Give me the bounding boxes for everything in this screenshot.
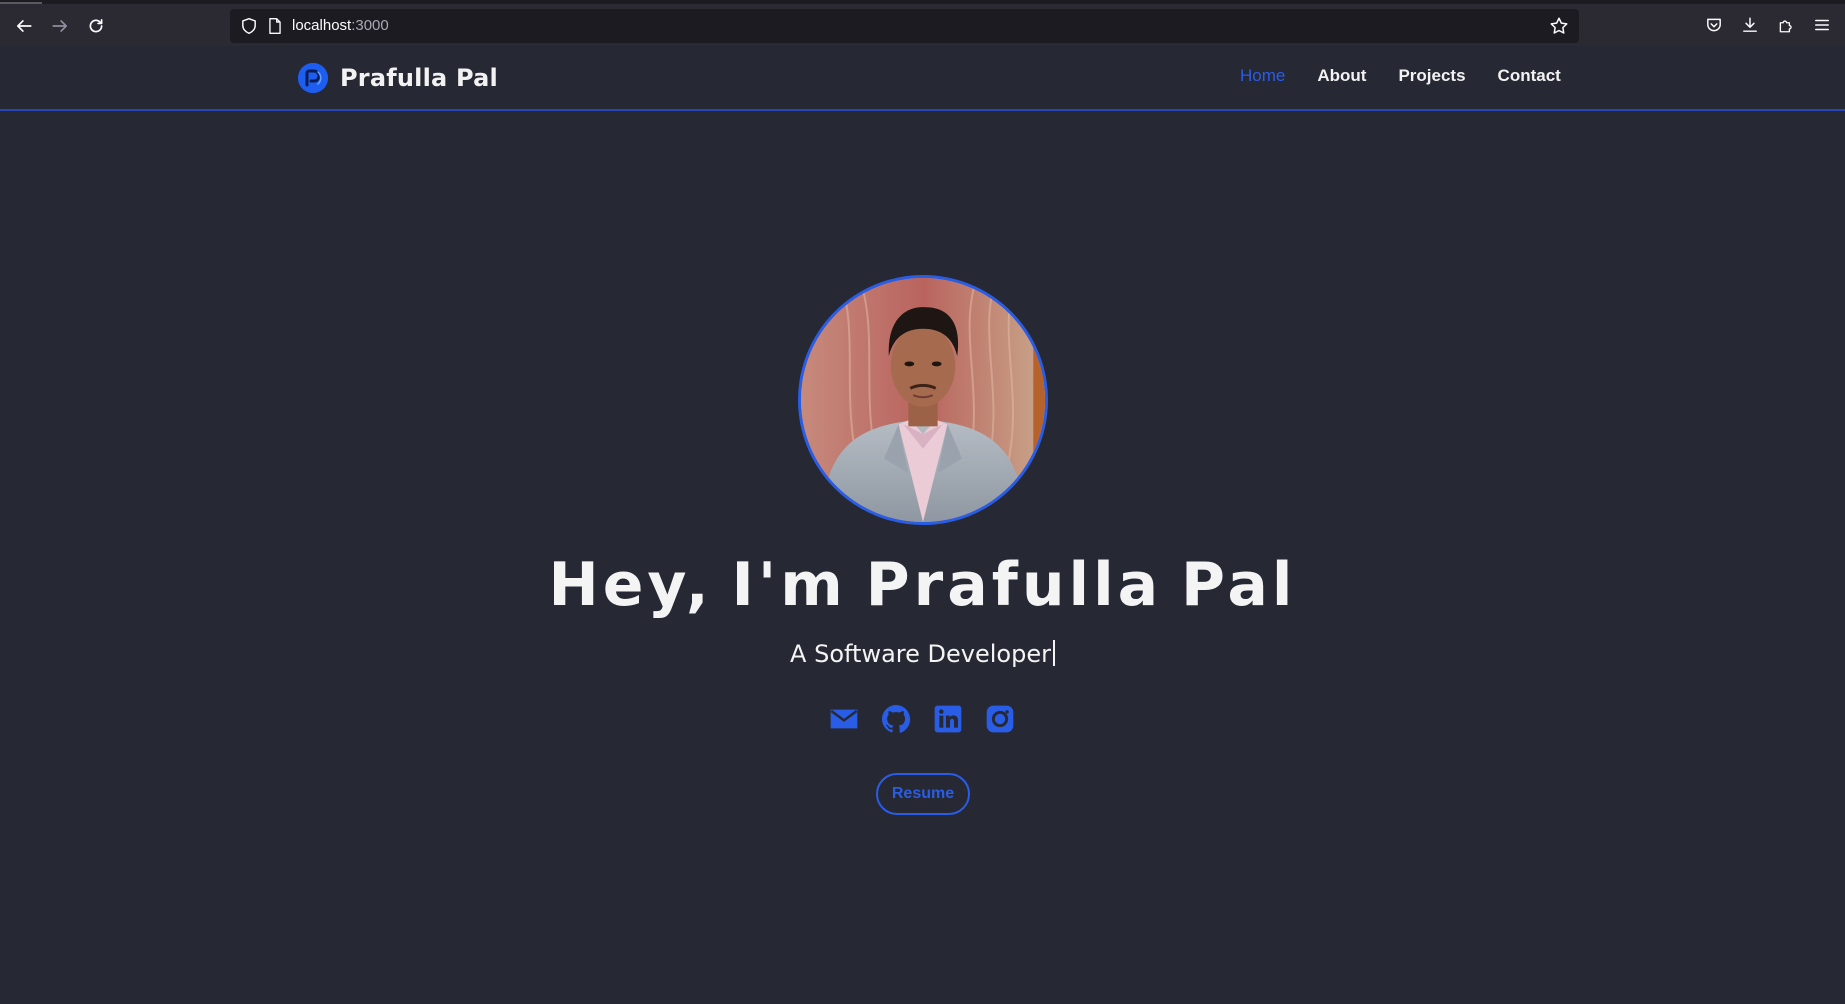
site-navbar: Prafulla Pal Home About Projects Contact bbox=[0, 46, 1845, 111]
typing-cursor bbox=[1052, 640, 1055, 666]
url-host: localhost bbox=[292, 17, 352, 34]
hamburger-icon bbox=[1815, 19, 1829, 31]
mail-icon bbox=[830, 709, 858, 729]
reload-button[interactable] bbox=[83, 13, 109, 39]
brand-link[interactable]: Prafulla Pal bbox=[298, 60, 498, 96]
social-links bbox=[828, 703, 1016, 739]
instagram-link[interactable] bbox=[984, 703, 1016, 735]
hero-headline: Hey, I'm Prafulla Pal bbox=[548, 550, 1297, 620]
puzzle-icon bbox=[1779, 20, 1792, 33]
shield-icon[interactable] bbox=[240, 17, 258, 35]
downloads-button[interactable] bbox=[1740, 15, 1760, 35]
browser-toolbar: localhost:3000 bbox=[0, 0, 1845, 46]
linkedin-link[interactable] bbox=[932, 703, 964, 735]
hero-section: Hey, I'm Prafulla Pal A Software Develop… bbox=[0, 113, 1845, 1004]
bookmark-star-icon[interactable] bbox=[1549, 16, 1569, 36]
pocket-button[interactable] bbox=[1704, 15, 1724, 35]
tab-strip bbox=[0, 2, 1845, 4]
linkedin-icon bbox=[934, 705, 962, 733]
hero-subtitle: A Software Developer bbox=[0, 640, 1845, 668]
nav-link-contact[interactable]: Contact bbox=[1498, 66, 1561, 90]
forward-button[interactable] bbox=[47, 13, 73, 39]
nav-link-home[interactable]: Home bbox=[1240, 66, 1285, 90]
arrow-left-icon bbox=[16, 20, 32, 32]
download-icon bbox=[1743, 17, 1757, 32]
profile-photo bbox=[798, 275, 1048, 525]
brand-name: Prafulla Pal bbox=[340, 64, 498, 92]
email-link[interactable] bbox=[828, 703, 860, 735]
nav-link-projects[interactable]: Projects bbox=[1398, 66, 1465, 90]
menu-button[interactable] bbox=[1812, 15, 1832, 35]
pocket-icon bbox=[1707, 18, 1721, 32]
hero-subtitle-text: A Software Developer bbox=[790, 640, 1051, 668]
page-icon[interactable] bbox=[266, 17, 284, 35]
back-button[interactable] bbox=[11, 13, 37, 39]
url-port: :3000 bbox=[351, 17, 389, 34]
resume-button[interactable]: Resume bbox=[876, 773, 970, 815]
active-tab-indicator bbox=[0, 2, 42, 4]
extensions-button[interactable] bbox=[1776, 15, 1796, 35]
brand-logo-icon bbox=[298, 63, 328, 93]
instagram-icon bbox=[986, 705, 1014, 733]
github-link[interactable] bbox=[880, 703, 912, 735]
nav-menu: Home About Projects Contact bbox=[1240, 66, 1593, 90]
arrow-right-icon bbox=[52, 20, 68, 32]
nav-link-about[interactable]: About bbox=[1317, 66, 1366, 90]
github-icon bbox=[882, 705, 911, 733]
reload-icon bbox=[89, 18, 103, 33]
url-text[interactable]: localhost:3000 bbox=[292, 17, 389, 34]
address-bar[interactable]: localhost:3000 bbox=[230, 9, 1579, 43]
